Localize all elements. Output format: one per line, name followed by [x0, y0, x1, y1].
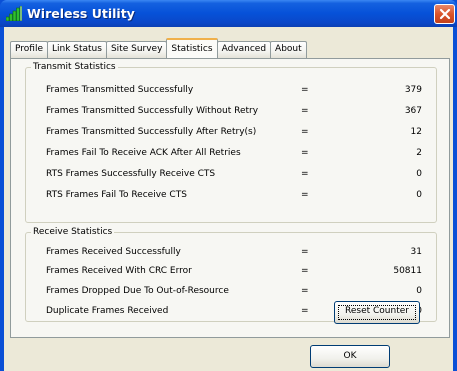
stat-label: Frames Transmitted Successfully: [46, 85, 194, 95]
stat-equals: =: [301, 106, 309, 116]
stat-equals: =: [301, 169, 309, 179]
tab-site-survey[interactable]: Site Survey: [105, 41, 168, 58]
tab-about[interactable]: About: [270, 41, 307, 58]
stat-equals: =: [301, 247, 309, 257]
stat-label: Frames Fail To Receive ACK After All Ret…: [46, 148, 241, 158]
stat-row: RTS Frames Fail To Receive CTS = 0: [26, 189, 436, 201]
stat-row: RTS Frames Successfully Receive CTS = 0: [26, 168, 436, 180]
stat-equals: =: [301, 85, 309, 95]
stat-row: Frames Transmitted Successfully = 379: [26, 84, 436, 96]
stat-label: Frames Dropped Due To Out-of-Resource: [46, 286, 229, 296]
stat-row: Frames Dropped Due To Out-of-Resource = …: [26, 285, 436, 297]
tab-statistics[interactable]: Statistics: [166, 38, 218, 58]
close-button[interactable]: [434, 4, 455, 24]
stat-label: Frames Transmitted Successfully After Re…: [46, 127, 257, 137]
stat-label: Duplicate Frames Received: [46, 306, 169, 316]
stat-row: Frames Transmitted Successfully Without …: [26, 105, 436, 117]
ok-button[interactable]: OK: [310, 345, 390, 368]
stat-row: Frames Received Successfully = 31: [26, 246, 436, 258]
stat-equals: =: [301, 190, 309, 200]
stat-equals: =: [301, 266, 309, 276]
stat-value: 367: [404, 106, 422, 116]
stat-label: Frames Received With CRC Error: [46, 266, 192, 276]
stat-row: Frames Received With CRC Error = 50811: [26, 265, 436, 277]
reset-counter-label: Reset Counter: [345, 306, 409, 316]
transmit-group-title: Transmit Statistics: [31, 61, 118, 73]
stat-equals: =: [301, 127, 309, 137]
tab-advanced[interactable]: Advanced: [216, 41, 272, 58]
receive-group-title: Receive Statistics: [31, 226, 115, 238]
tab-profile[interactable]: Profile: [10, 41, 48, 58]
stat-value: 2: [416, 148, 422, 158]
stat-equals: =: [301, 286, 309, 296]
reset-counter-button[interactable]: Reset Counter: [334, 301, 420, 324]
close-icon: [439, 8, 451, 20]
stat-equals: =: [301, 148, 309, 158]
stat-value: 31: [410, 247, 422, 257]
title-bar[interactable]: Wireless Utility: [0, 0, 457, 27]
stat-equals: =: [301, 306, 309, 316]
statistics-panel: Transmit Statistics Frames Transmitted S…: [10, 58, 450, 338]
stat-value: 0: [416, 190, 422, 200]
stat-row: Frames Fail To Receive ACK After All Ret…: [26, 147, 436, 159]
stat-value: 0: [416, 286, 422, 296]
tab-link-status[interactable]: Link Status: [46, 41, 107, 58]
stat-label: RTS Frames Fail To Receive CTS: [46, 190, 187, 200]
stat-value: 12: [410, 127, 422, 137]
tab-strip: Profile Link Status Site Survey Statisti…: [10, 38, 307, 58]
stat-label: Frames Transmitted Successfully Without …: [46, 106, 259, 116]
transmit-statistics-group: Transmit Statistics Frames Transmitted S…: [25, 61, 437, 223]
window-title: Wireless Utility: [27, 6, 135, 21]
stat-label: Frames Received Successfully: [46, 247, 181, 257]
stat-value: 50811: [393, 266, 422, 276]
dialog-client-area: Profile Link Status Site Survey Statisti…: [4, 27, 453, 371]
stat-label: RTS Frames Successfully Receive CTS: [46, 169, 216, 179]
signal-bars-icon: [5, 5, 23, 22]
wireless-utility-window: Wireless Utility Profile Link Status Sit…: [0, 0, 457, 371]
stat-row: Frames Transmitted Successfully After Re…: [26, 126, 436, 138]
stat-value: 379: [404, 85, 422, 95]
stat-value: 0: [416, 169, 422, 179]
